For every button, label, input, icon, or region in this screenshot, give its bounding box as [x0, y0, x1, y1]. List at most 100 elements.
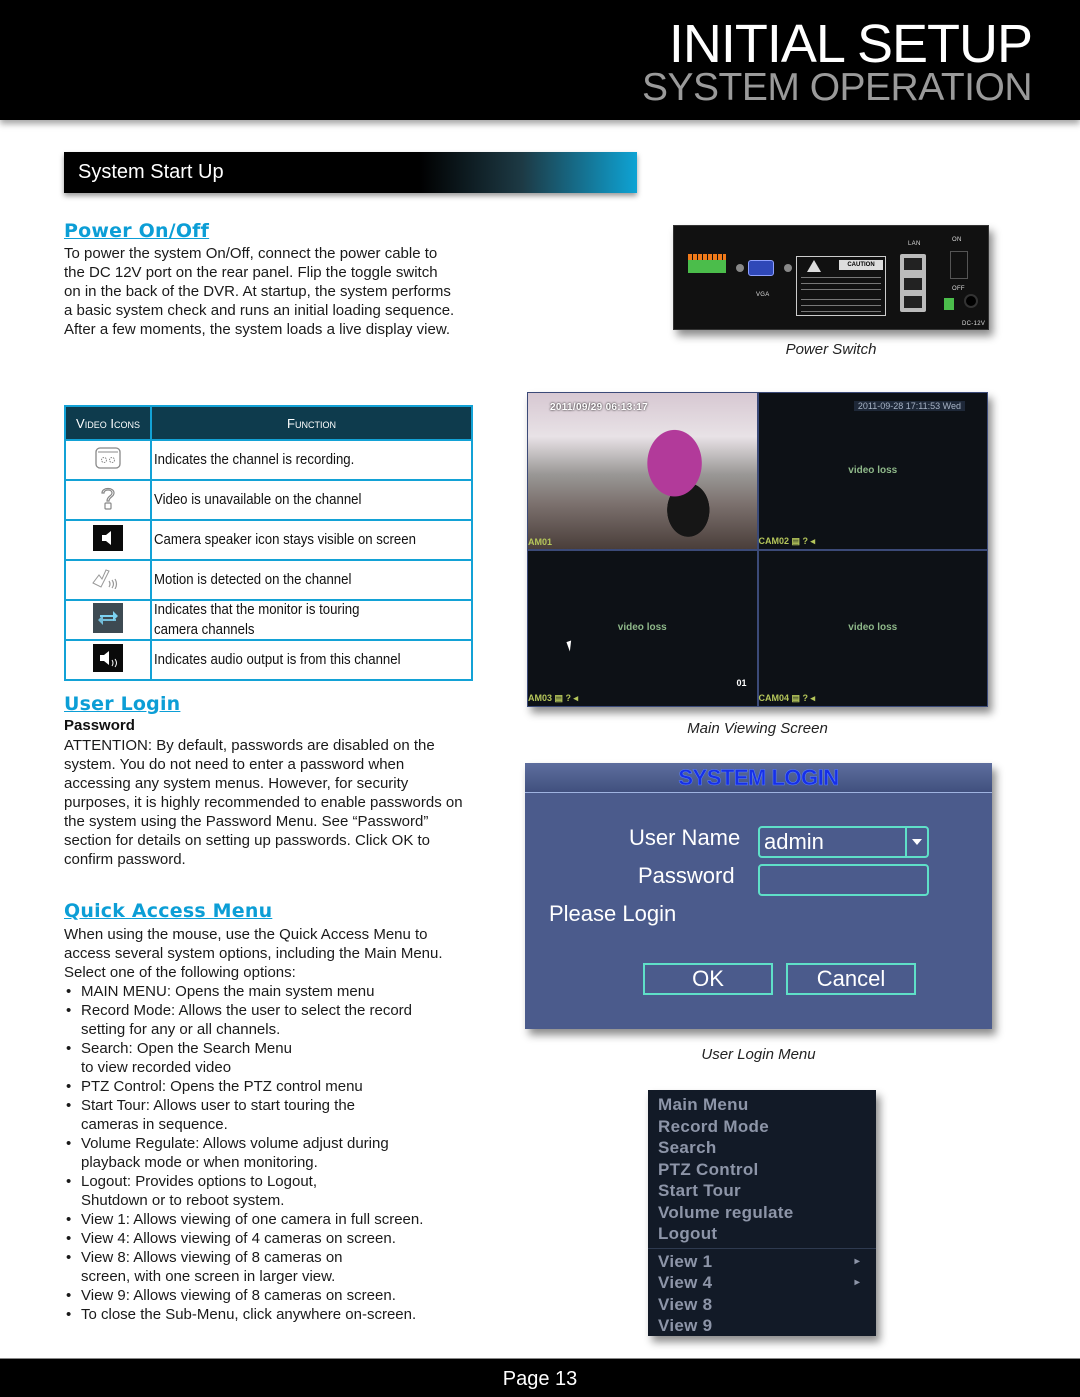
vga-label: VGA: [756, 292, 770, 298]
recording-icon: [95, 446, 121, 474]
video-icons-table: Video Icons Function Indicates the chann…: [64, 405, 473, 681]
menu-item-volume-regulate[interactable]: Volume regulate: [658, 1202, 866, 1224]
warning-icon: [807, 260, 821, 272]
row-function-text: Camera speaker icon stays visible on scr…: [154, 531, 416, 548]
user-login-heading: User Login: [64, 693, 181, 715]
user-name-select[interactable]: admin: [758, 826, 929, 858]
table-header: Video Icons Function: [66, 407, 471, 439]
menu-item-view-4[interactable]: View 4 ▸: [658, 1272, 866, 1294]
list-item: Volume Regulate: Allows volume adjust du…: [64, 1134, 424, 1172]
off-label: OFF: [952, 286, 965, 292]
screw-icon: [784, 264, 792, 272]
system-timestamp: 2011-09-28 17:11:53 Wed: [853, 401, 965, 411]
menu-divider: [648, 1247, 876, 1249]
list-item: View 1: Allows viewing of one camera in …: [64, 1210, 484, 1229]
camera-label: AM03 ▤ ? ◂: [528, 693, 579, 703]
list-item: Start Tour: Allows user to start touring…: [64, 1096, 384, 1134]
power-body: To power the system On/Off, connect the …: [64, 245, 455, 338]
menu-item-view-8[interactable]: View 8: [658, 1294, 866, 1316]
list-item: Logout: Provides options to Logout, Shut…: [64, 1172, 354, 1210]
lan-label: LAN: [908, 241, 921, 247]
screw-icon: [736, 264, 744, 272]
video-loss-text: video loss: [617, 622, 667, 634]
menu-item-logout[interactable]: Logout: [658, 1223, 866, 1245]
dvr-rear-panel-image: VGA CAUTION LAN ON OFF DC-12V: [673, 225, 989, 330]
quick-access-heading: Quick Access Menu: [64, 900, 273, 922]
footer-band: Page 13: [0, 1358, 1080, 1397]
list-item: View 8: Allows viewing of 8 cameras on s…: [64, 1248, 484, 1286]
on-label: ON: [952, 237, 962, 243]
row-function-text: Motion is detected on the channel: [154, 571, 352, 588]
power-heading: Power On/Off: [64, 220, 210, 242]
quick-access-menu-image: Main Menu Record Mode Search PTZ Control…: [648, 1090, 876, 1336]
alarm-terminal-block: [688, 254, 726, 273]
submenu-arrow-icon: ▸: [854, 1277, 860, 1288]
cancel-button[interactable]: Cancel: [786, 963, 916, 995]
page-number: Page 13: [502, 1368, 578, 1390]
menu-item-search[interactable]: Search: [658, 1137, 866, 1159]
table-row: Indicates that the monitor is touring ca…: [66, 599, 471, 639]
menu-item-start-tour[interactable]: Start Tour: [658, 1180, 866, 1202]
main-viewing-caption: Main Viewing Screen: [687, 720, 828, 737]
page-title: INITIAL SETUP: [668, 14, 1033, 74]
password-field[interactable]: [758, 864, 929, 896]
header-band: INITIAL SETUP SYSTEM OPERATION: [0, 0, 1080, 120]
chevron-down-icon[interactable]: [905, 828, 927, 856]
quick-access-intro: When using the mouse, use the Quick Acce…: [64, 926, 443, 981]
header-function: Function: [287, 415, 336, 431]
camera-label: AM01: [528, 536, 553, 547]
camera-tile-3: video loss 01 AM03 ▤ ? ◂: [527, 549, 758, 707]
page-subtitle: SYSTEM OPERATION: [642, 66, 1033, 109]
section-header: System Start Up: [64, 152, 637, 193]
section-header-label: System Start Up: [78, 161, 224, 183]
camera-tile-1: 2011/09/29 06:13:17 AM01: [527, 392, 758, 550]
rs485-terminal: [944, 298, 954, 310]
table-row: Video is unavailable on the channel: [66, 479, 471, 519]
system-login-dialog-image: SYSTEM LOGIN User Name admin Password Pl…: [525, 763, 992, 1029]
motion-icon: [91, 567, 125, 594]
dc-power-port: [964, 294, 978, 308]
camera-label: CAM02 ▤ ? ◂: [758, 535, 816, 546]
power-switch-caption: Power Switch: [785, 341, 877, 358]
list-item: View 9: Allows viewing of 8 cameras on s…: [64, 1286, 484, 1305]
lan-usb-ports: [900, 254, 926, 312]
menu-item-main-menu[interactable]: Main Menu: [658, 1094, 866, 1116]
row-function-text: Indicates audio output is from this chan…: [154, 651, 401, 668]
row-function-text: Indicates that the monitor is touring ca…: [154, 601, 360, 638]
camera-tile-4: video loss CAM04 ▤ ? ◂: [757, 549, 988, 707]
audio-output-icon: [93, 643, 123, 677]
channel-number: 01: [736, 678, 747, 688]
table-row: Camera speaker icon stays visible on scr…: [66, 519, 471, 559]
mouse-cursor-icon: [566, 639, 575, 652]
video-loss-text: video loss: [848, 464, 898, 476]
password-label: Password: [638, 863, 735, 888]
camera-label: CAM04 ▤ ? ◂: [758, 693, 816, 703]
question-mark-icon: [99, 485, 117, 516]
menu-item-record-mode[interactable]: Record Mode: [658, 1116, 866, 1138]
table-row: Motion is detected on the channel: [66, 559, 471, 599]
vga-port: [748, 260, 774, 276]
password-subheading: Password: [64, 717, 135, 734]
menu-item-ptz-control[interactable]: PTZ Control: [658, 1159, 866, 1181]
speaker-icon: [93, 524, 123, 556]
row-function-text: Video is unavailable on the channel: [154, 491, 362, 508]
video-loss-text: video loss: [848, 622, 898, 634]
dialog-title: SYSTEM LOGIN: [678, 765, 839, 791]
table-row: Indicates the channel is recording.: [66, 439, 471, 479]
menu-item-view-9[interactable]: View 9: [658, 1315, 866, 1337]
ok-button[interactable]: OK: [643, 963, 773, 995]
list-item: Record Mode: Allows the user to select t…: [64, 1001, 424, 1039]
table-row: Indicates audio output is from this chan…: [66, 639, 471, 679]
camera-timestamp: 2011/09/29 06:13:17: [550, 402, 649, 413]
menu-item-view-1[interactable]: View 1 ▸: [658, 1251, 866, 1273]
row-function-text: Indicates the channel is recording.: [154, 451, 355, 468]
login-menu-caption: User Login Menu: [701, 1046, 816, 1063]
login-prompt: Please Login: [549, 901, 677, 926]
quick-access-list: MAIN MENU: Opens the main system menu Re…: [64, 982, 484, 1324]
list-item: Search: Open the Search Menu to view rec…: [64, 1039, 484, 1077]
caution-label: CAUTION: [796, 256, 886, 316]
user-login-body: ATTENTION: By default, passwords are dis…: [64, 737, 463, 868]
camera-tile-2: 2011-09-28 17:11:53 Wed video loss CAM02…: [757, 392, 988, 550]
user-name-label: User Name: [629, 825, 741, 850]
list-item: View 4: Allows viewing of 4 cameras on s…: [64, 1229, 484, 1248]
